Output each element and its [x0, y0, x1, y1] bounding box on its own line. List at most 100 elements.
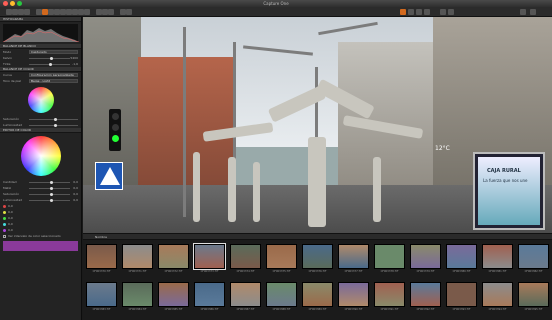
- kelvin-value[interactable]: 5400: [70, 56, 78, 60]
- thumbnail-filename: CF003386.TIF: [200, 308, 219, 311]
- thumbnail[interactable]: CF003386.TIF: [193, 281, 226, 313]
- thumbnail-image: [410, 282, 441, 307]
- thumbnail-image: [193, 243, 226, 270]
- histogram-header[interactable]: HISTOGRAMA: [0, 17, 81, 22]
- thumbnail-filename: CF003384.TIF: [128, 308, 147, 311]
- apply-icon[interactable]: [126, 9, 132, 15]
- color-editor-wheel[interactable]: [20, 136, 61, 176]
- thumbnail-image: [230, 244, 261, 269]
- thumbnail[interactable]: CF003388.TIF: [265, 281, 298, 313]
- tint-value[interactable]: -1,6: [70, 62, 78, 66]
- tools-icon[interactable]: [24, 9, 30, 15]
- tint-slider[interactable]: [29, 62, 70, 66]
- thumbnail[interactable]: CF003377.TIF: [337, 243, 370, 275]
- thumbnail[interactable]: CF003374.TIF: [229, 243, 262, 275]
- thumbnail-image: [374, 282, 405, 307]
- compare-icon[interactable]: [416, 9, 422, 15]
- thumbnail-image: [122, 282, 153, 307]
- view-range-checkbox[interactable]: [3, 234, 6, 238]
- thumbnail-filename: CF003391.TIF: [380, 308, 399, 311]
- thumbnail-filename: CF003372.TIF: [164, 270, 183, 273]
- thumbnail[interactable]: CF003385.TIF: [157, 281, 190, 313]
- reset-icon[interactable]: [108, 9, 114, 15]
- swatch[interactable]: [3, 210, 6, 214]
- exposure-icon[interactable]: [440, 9, 446, 15]
- thumbnail-image: [86, 244, 117, 269]
- thumbnail[interactable]: CF003372.TIF: [157, 243, 190, 275]
- curve-select[interactable]: Configuración personalizada: [29, 73, 78, 77]
- thumbnail[interactable]: CF003392.TIF: [409, 281, 442, 313]
- main-toolbar: [0, 7, 552, 17]
- thumbnail-filename: CF003373.TIF: [200, 270, 219, 273]
- swatch-value: 0,0: [8, 210, 13, 214]
- window-title: Capture One: [263, 1, 289, 6]
- tint-label: Tinte: [3, 62, 11, 66]
- photo-billboard-logo: CAJA RURAL: [487, 168, 521, 174]
- thumbnail[interactable]: CF003378.TIF: [373, 243, 406, 275]
- thumbnail[interactable]: CF003387.TIF: [229, 281, 262, 313]
- thumbnail[interactable]: CF003373.TIF: [193, 243, 226, 275]
- thumbnail[interactable]: CF003379.TIF: [409, 243, 442, 275]
- swatch[interactable]: [3, 204, 6, 208]
- kelvin-slider[interactable]: [29, 56, 70, 60]
- thumbnail[interactable]: CF003382.TIF: [517, 243, 550, 275]
- editor-slider-value[interactable]: 0,0: [70, 186, 78, 190]
- thumbnail[interactable]: CF003371.TIF: [121, 243, 154, 275]
- editor-slider[interactable]: [29, 198, 70, 202]
- thumbnail-image: [122, 244, 153, 269]
- editor-slider-value[interactable]: 0,0: [70, 192, 78, 196]
- editor-slider-value[interactable]: 0,0: [70, 180, 78, 184]
- photo-billboard: CAJA RURAL La fuerza que nos une: [473, 152, 545, 230]
- thumbnail-browser: CF003370.TIF CF003371.TIF CF003372.TIF CF00…: [83, 240, 552, 320]
- color-editor-header[interactable]: EDITOR DE COLOR: [0, 128, 81, 133]
- process-icon[interactable]: [530, 9, 536, 15]
- thumbnail-image: [194, 282, 225, 307]
- tools-panel: HISTOGRAMA BALANCE DE BLANCO Modo Captur…: [0, 17, 82, 320]
- title-bar: Capture One: [0, 0, 552, 7]
- editor-slider[interactable]: [29, 192, 70, 196]
- skin-tone-select[interactable]: Beige - Light: [29, 79, 78, 83]
- swatch[interactable]: [3, 222, 6, 226]
- image-viewer[interactable]: 12°C CAJA RURAL La fuerza que nos une: [83, 17, 552, 233]
- view-range-row: Ver intervalo de color seleccionado: [0, 233, 81, 239]
- editor-slider[interactable]: [29, 186, 70, 190]
- color-balance-wheel[interactable]: [27, 87, 54, 113]
- focus-icon[interactable]: [448, 9, 454, 15]
- editor-slider[interactable]: [29, 180, 70, 184]
- view-icon[interactable]: [400, 9, 406, 15]
- swatch[interactable]: [3, 216, 6, 220]
- thumbnail[interactable]: CF003370.TIF: [85, 243, 118, 275]
- thumbnail[interactable]: CF003384.TIF: [121, 281, 154, 313]
- curve-label: Curva: [3, 73, 12, 77]
- editor-slider-value[interactable]: 0,0: [70, 198, 78, 202]
- thumbnail[interactable]: CF003375.TIF: [265, 243, 298, 275]
- thumbnail[interactable]: CF003389.TIF: [301, 281, 334, 313]
- thumbnail-filename: CF003380.TIF: [452, 270, 471, 273]
- thumbnail[interactable]: CF003390.TIF: [337, 281, 370, 313]
- thumbnail[interactable]: CF003380.TIF: [445, 243, 478, 275]
- thumbnail-image: [518, 244, 549, 269]
- balance-lightness-slider[interactable]: [29, 123, 78, 127]
- export-icon[interactable]: [520, 9, 526, 15]
- thumbnail[interactable]: CF003391.TIF: [373, 281, 406, 313]
- thumbnail[interactable]: CF003383.TIF: [85, 281, 118, 313]
- balance-saturation-label: Saturación: [3, 117, 20, 121]
- balance-saturation-slider[interactable]: [29, 117, 78, 121]
- thumbnail[interactable]: CF003394.TIF: [481, 281, 514, 313]
- thumbnail[interactable]: CF003376.TIF: [301, 243, 334, 275]
- thumbnail-image: [302, 244, 333, 269]
- editor-slider-label: Cantidad: [3, 180, 17, 184]
- thumbnail-image: [86, 282, 117, 307]
- thumbnail-image: [482, 244, 513, 269]
- editor-slider-label: Matiz: [3, 186, 12, 190]
- thumbnail[interactable]: CF003381.TIF: [481, 243, 514, 275]
- thumbnail[interactable]: CF003393.TIF: [445, 281, 478, 313]
- grid-icon[interactable]: [408, 9, 414, 15]
- annotate-icon[interactable]: [84, 9, 90, 15]
- thumbnail-image: [266, 244, 297, 269]
- thumbnail[interactable]: CF003395.TIF: [517, 281, 550, 313]
- proof-icon[interactable]: [424, 9, 430, 15]
- wb-mode-select[interactable]: Capturado: [29, 50, 78, 54]
- swatch-value: 0,0: [8, 216, 13, 220]
- swatch[interactable]: [3, 228, 6, 232]
